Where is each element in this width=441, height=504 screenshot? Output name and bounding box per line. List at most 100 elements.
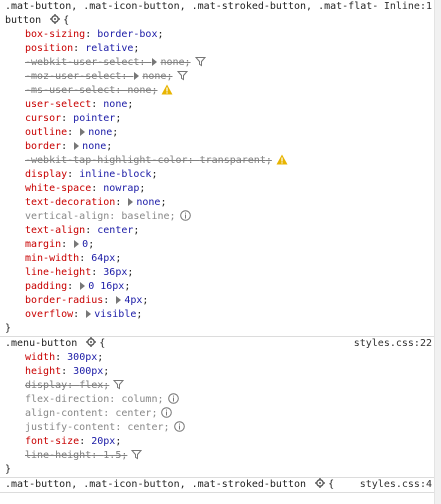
css-declaration[interactable]: justify-content: center;	[0, 421, 441, 435]
property-name[interactable]: -moz-user-select	[25, 71, 121, 82]
property-name[interactable]: justify-content	[25, 422, 115, 433]
property-value[interactable]: 36px	[103, 267, 127, 278]
info-icon[interactable]	[173, 421, 185, 437]
property-name[interactable]: padding	[25, 281, 67, 292]
property-value[interactable]: center	[127, 422, 163, 433]
expand-triangle-icon[interactable]	[80, 128, 86, 136]
property-name[interactable]: border	[25, 141, 61, 152]
css-declaration[interactable]: -moz-user-select: none;	[0, 70, 441, 84]
filter-icon[interactable]	[131, 449, 143, 465]
property-name[interactable]: overflow	[25, 309, 73, 320]
property-value[interactable]: nowrap	[103, 183, 139, 194]
property-name[interactable]: cursor	[25, 113, 61, 124]
expand-triangle-icon[interactable]	[74, 142, 80, 150]
property-value[interactable]: transparent	[200, 155, 266, 166]
css-declaration[interactable]: position: relative;	[0, 42, 441, 56]
property-name[interactable]: text-align	[25, 225, 85, 236]
css-declaration[interactable]: line-height: 36px;	[0, 266, 441, 280]
css-declaration[interactable]: border-radius: 4px;	[0, 294, 441, 308]
property-name[interactable]: height	[25, 366, 61, 377]
property-name[interactable]: margin	[25, 239, 61, 250]
property-value[interactable]: none	[103, 99, 127, 110]
property-value[interactable]: 300px	[73, 366, 103, 377]
css-declaration[interactable]: vertical-align: baseline;	[0, 210, 441, 224]
property-name[interactable]: line-height	[25, 450, 91, 461]
css-declaration[interactable]: text-decoration: none;	[0, 196, 441, 210]
css-declaration[interactable]: user-select: none;	[0, 98, 441, 112]
expand-triangle-icon[interactable]	[74, 240, 80, 248]
property-name[interactable]: text-decoration	[25, 197, 115, 208]
expand-triangle-icon[interactable]	[80, 282, 86, 290]
property-value[interactable]: baseline	[121, 211, 169, 222]
property-name[interactable]: flex-direction	[25, 394, 109, 405]
property-name[interactable]: display	[25, 169, 67, 180]
gear-icon[interactable]	[315, 478, 326, 488]
css-declaration[interactable]: font-size: 20px;	[0, 435, 441, 449]
property-name[interactable]: -webkit-user-select	[25, 57, 139, 68]
rule-selector[interactable]: .mat-button, .mat-icon-button, .mat-stro…	[5, 1, 378, 12]
css-declaration[interactable]: outline: none;	[0, 126, 441, 140]
css-declaration[interactable]: box-sizing: border-box;	[0, 28, 441, 42]
css-declaration[interactable]: min-width: 64px;	[0, 252, 441, 266]
property-name[interactable]: align-content	[25, 408, 103, 419]
property-value[interactable]: 0 16px	[88, 281, 124, 292]
property-value[interactable]: none	[136, 197, 160, 208]
property-name[interactable]: display	[25, 380, 67, 391]
property-value[interactable]: none	[82, 141, 106, 152]
property-name[interactable]: user-select	[25, 99, 91, 110]
css-declaration[interactable]: cursor: pointer;	[0, 112, 441, 126]
expand-triangle-icon[interactable]	[128, 198, 134, 206]
css-declaration[interactable]: line-height: 1.5;	[0, 449, 441, 463]
expand-triangle-icon[interactable]	[152, 58, 158, 66]
css-declaration[interactable]: display: flex;	[0, 379, 441, 393]
css-declaration[interactable]: display: inline-block;	[0, 168, 441, 182]
property-value[interactable]: 4px	[124, 295, 142, 306]
property-name[interactable]: -webkit-tap-highlight-color	[25, 155, 188, 166]
css-declaration[interactable]: text-align: center;	[0, 224, 441, 238]
property-value[interactable]: none	[142, 71, 166, 82]
css-declaration[interactable]: width: 300px;	[0, 351, 441, 365]
property-name[interactable]: font-size	[25, 436, 79, 447]
property-value[interactable]: border-box	[97, 29, 157, 40]
property-value[interactable]: visible	[94, 309, 136, 320]
rule-selector[interactable]: .mat-button, .mat-icon-button, .mat-stro…	[5, 479, 306, 490]
info-icon[interactable]	[179, 210, 191, 226]
property-value[interactable]: column	[121, 394, 157, 405]
property-name[interactable]: line-height	[25, 267, 91, 278]
property-value[interactable]: 20px	[91, 436, 115, 447]
property-value[interactable]: none	[160, 57, 184, 68]
expand-triangle-icon[interactable]	[116, 296, 122, 304]
css-declaration[interactable]: margin: 0;	[0, 238, 441, 252]
gear-icon[interactable]	[86, 337, 97, 347]
property-name[interactable]: outline	[25, 127, 67, 138]
filter-icon[interactable]	[176, 70, 188, 86]
source-link[interactable]: Inline:1	[384, 0, 432, 14]
rule-selector-continued[interactable]: button	[5, 15, 41, 26]
property-name[interactable]: width	[25, 352, 55, 363]
css-declaration[interactable]: -webkit-tap-highlight-color: transparent…	[0, 154, 441, 168]
css-declaration[interactable]: -ms-user-select: none;	[0, 84, 441, 98]
property-value[interactable]: 64px	[91, 253, 115, 264]
property-value[interactable]: center	[97, 225, 133, 236]
css-declaration[interactable]: white-space: nowrap;	[0, 182, 441, 196]
expand-triangle-icon[interactable]	[134, 72, 140, 80]
property-name[interactable]: vertical-align	[25, 211, 109, 222]
css-declaration[interactable]: padding: 0 16px;	[0, 280, 441, 294]
property-value[interactable]: relative	[85, 43, 133, 54]
css-declaration[interactable]: border: none;	[0, 140, 441, 154]
property-value[interactable]: 300px	[67, 352, 97, 363]
css-declaration[interactable]: -webkit-user-select: none;	[0, 56, 441, 70]
css-declaration[interactable]: height: 300px;	[0, 365, 441, 379]
property-value[interactable]: center	[115, 408, 151, 419]
property-value[interactable]: 1.5	[103, 450, 121, 461]
source-link[interactable]: styles.css:4	[360, 478, 432, 492]
filter-icon[interactable]	[194, 56, 206, 72]
property-value[interactable]: pointer	[73, 113, 115, 124]
rule-selector[interactable]: .menu-button	[5, 338, 77, 349]
css-declaration[interactable]: overflow: visible;	[0, 308, 441, 322]
property-value[interactable]: none	[88, 127, 112, 138]
source-link[interactable]: styles.css:22	[354, 337, 432, 351]
css-declaration[interactable]: align-content: center;	[0, 407, 441, 421]
property-value[interactable]: flex	[79, 380, 103, 391]
property-name[interactable]: -ms-user-select	[25, 85, 115, 96]
